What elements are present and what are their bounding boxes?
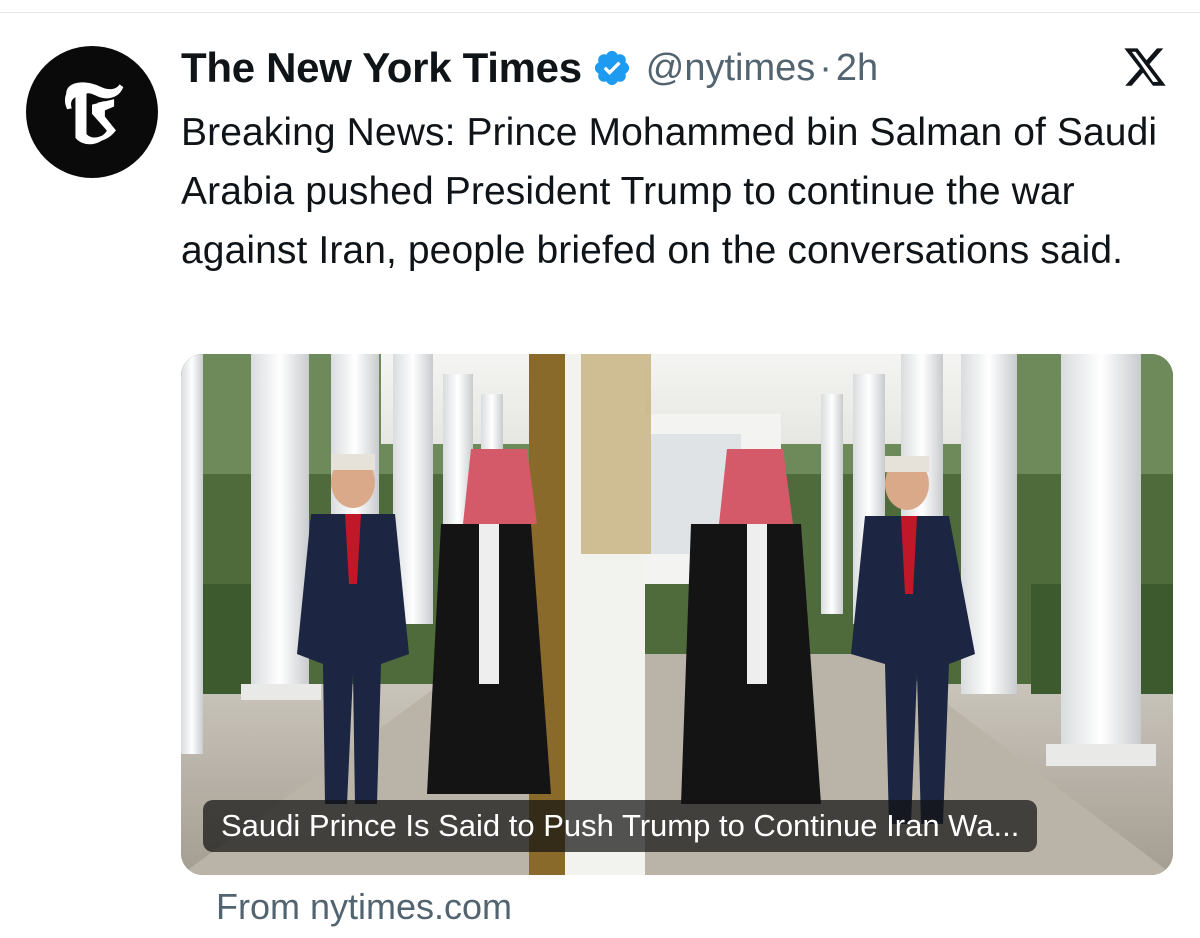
- avatar[interactable]: [26, 46, 158, 178]
- divider: [0, 12, 1200, 13]
- card-source-link[interactable]: From nytimes.com: [216, 886, 512, 928]
- timestamp[interactable]: 2h: [836, 47, 878, 90]
- x-logo-icon[interactable]: [1121, 44, 1169, 90]
- tweet-header: The New York Times @nytimes · 2h: [181, 42, 878, 94]
- author-handle[interactable]: @nytimes: [646, 47, 816, 90]
- tweet-view: The New York Times @nytimes · 2h Breakin…: [0, 0, 1200, 938]
- link-card[interactable]: Saudi Prince Is Said to Push Trump to Co…: [181, 354, 1173, 875]
- verified-badge-icon[interactable]: [592, 48, 632, 88]
- separator-dot: ·: [819, 46, 832, 89]
- nyt-t-logo-icon: [64, 82, 124, 145]
- card-headline[interactable]: Saudi Prince Is Said to Push Trump to Co…: [203, 800, 1038, 852]
- card-image: [181, 354, 1173, 875]
- tweet-text: Breaking News: Prince Mohammed bin Salma…: [181, 111, 1158, 272]
- display-name[interactable]: The New York Times: [181, 44, 582, 92]
